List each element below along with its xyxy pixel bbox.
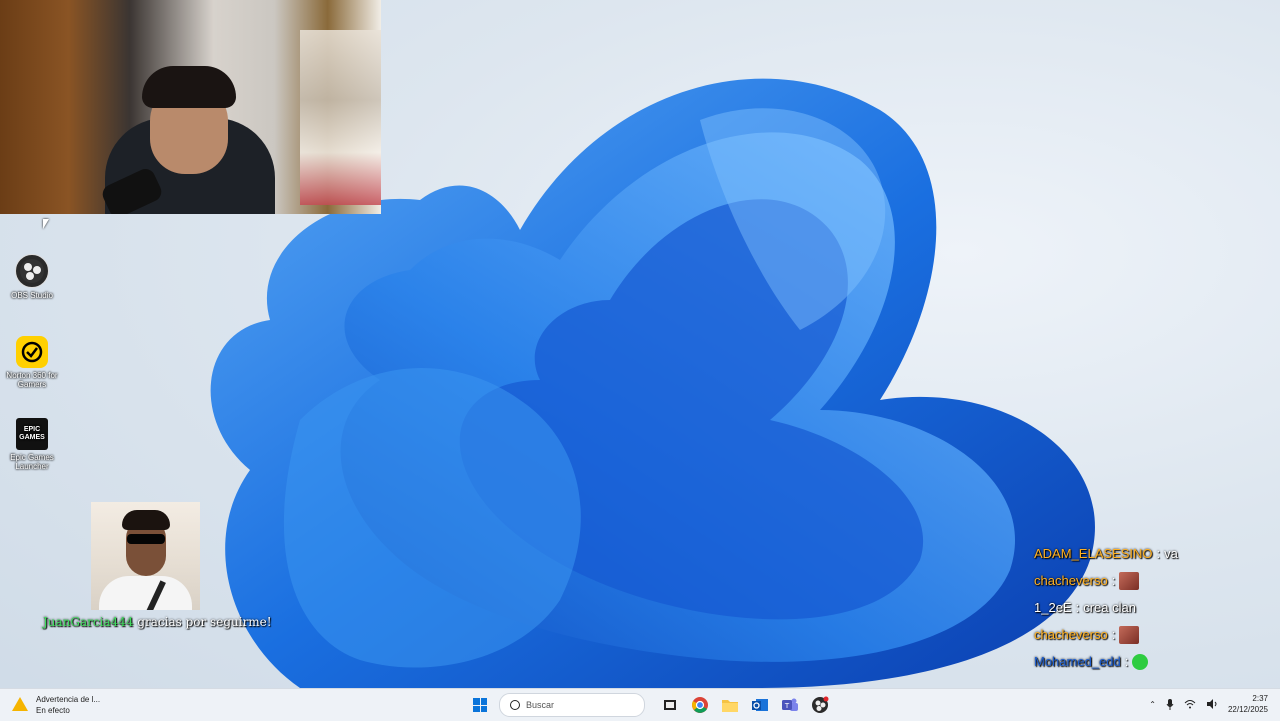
chat-user: chacheverso xyxy=(1034,573,1108,588)
desktop-icon-obs[interactable]: OBS Studio xyxy=(4,254,60,300)
file-explorer-icon xyxy=(722,700,738,712)
obs-taskbar-icon xyxy=(812,696,829,713)
background-bunk-bed xyxy=(300,30,381,205)
chat-separator: : xyxy=(1124,654,1129,669)
meme-face-emote xyxy=(1119,571,1140,590)
outlook-button[interactable] xyxy=(746,693,774,717)
teams-icon: T xyxy=(782,698,798,711)
start-icon xyxy=(473,698,487,712)
follow-alert-user: JuanGarcia444 xyxy=(43,615,134,629)
task-view-button[interactable] xyxy=(656,693,684,717)
search-icon xyxy=(510,700,520,710)
chat-message: chacheverso : xyxy=(1034,621,1274,648)
streamer-hair xyxy=(142,66,236,108)
chat-overlay: ADAM_ELASESINO : va chacheverso : 1_2eE … xyxy=(1034,540,1274,675)
chevron-up-icon[interactable]: ⌃ xyxy=(1149,700,1156,709)
follow-alert-text: JuanGarcia444 gracias por seguirme! xyxy=(43,615,272,629)
taskbar-search[interactable]: Buscar xyxy=(499,693,645,717)
start-button[interactable] xyxy=(466,693,494,717)
chrome-icon xyxy=(692,697,708,713)
clock-time: 2:37 xyxy=(1252,694,1268,703)
chat-user: 1_2eE xyxy=(1034,600,1072,615)
weather-status: En efecto xyxy=(36,706,70,715)
desktop-icon-label: Epic Games Launcher xyxy=(10,453,54,471)
mouse-cursor xyxy=(43,219,49,229)
volume-icon[interactable] xyxy=(1206,699,1218,709)
clock-date: 22/12/2025 xyxy=(1227,705,1268,714)
chat-message: Mohamed_edd : xyxy=(1034,648,1274,675)
microphone-icon[interactable] xyxy=(1166,698,1174,710)
file-explorer-button[interactable] xyxy=(716,693,744,717)
wifi-icon[interactable] xyxy=(1184,699,1196,709)
system-tray: ⌃ 2:37 22/12/2025 xyxy=(1149,693,1268,715)
chat-separator: : xyxy=(1111,627,1116,642)
meme-face-emote xyxy=(1119,625,1140,644)
obs-icon xyxy=(15,254,49,288)
chat-user: chacheverso xyxy=(1034,627,1108,642)
outlook-icon xyxy=(752,699,768,711)
norton-icon xyxy=(16,336,48,368)
chat-text: crea clan xyxy=(1083,600,1136,615)
chrome-button[interactable] xyxy=(686,693,714,717)
follower-sunglasses xyxy=(127,534,165,544)
weather-title: Advertencia de l... xyxy=(36,695,101,704)
obs-taskbar-button[interactable] xyxy=(806,693,834,717)
taskbar: Advertencia de l... En efecto Buscar T ⌃… xyxy=(0,688,1280,721)
epic-games-icon: EPIC GAMES xyxy=(16,418,48,450)
follower-shirt xyxy=(99,576,192,610)
teams-button[interactable]: T xyxy=(776,693,804,717)
clock[interactable]: 2:37 22/12/2025 xyxy=(1228,693,1268,715)
chat-message: 1_2eE : crea clan xyxy=(1034,594,1274,621)
chat-message: chacheverso : xyxy=(1034,567,1274,594)
warning-icon xyxy=(12,697,28,711)
search-placeholder: Buscar xyxy=(526,700,555,710)
follow-alert-message: gracias por seguirme! xyxy=(137,615,272,629)
desktop-icon-norton[interactable]: Norton 360 for Gamers xyxy=(4,336,60,389)
chat-text: va xyxy=(1164,546,1178,561)
webcam-overlay-main xyxy=(0,0,381,214)
weather-widget[interactable]: Advertencia de l... En efecto xyxy=(10,694,100,716)
svg-text:T: T xyxy=(784,702,790,710)
chat-separator: : xyxy=(1111,573,1116,588)
chat-message: ADAM_ELASESINO : va xyxy=(1034,540,1274,567)
desktop-icon-label: OBS Studio xyxy=(11,291,53,300)
follower-hair xyxy=(122,510,170,530)
task-view-icon xyxy=(664,700,676,710)
taskbar-apps: Buscar T xyxy=(465,693,835,717)
green-smile-emote xyxy=(1132,653,1149,670)
chat-separator: : xyxy=(1075,600,1080,615)
follower-alert-image xyxy=(91,502,200,610)
desktop-icon-label: Norton 360 for Gamers xyxy=(6,371,58,389)
chat-user: ADAM_ELASESINO xyxy=(1034,546,1153,561)
chat-separator: : xyxy=(1156,546,1161,561)
chat-user: Mohamed_edd xyxy=(1034,654,1121,669)
desktop-icon-epic[interactable]: EPIC GAMES Epic Games Launcher xyxy=(4,418,60,471)
